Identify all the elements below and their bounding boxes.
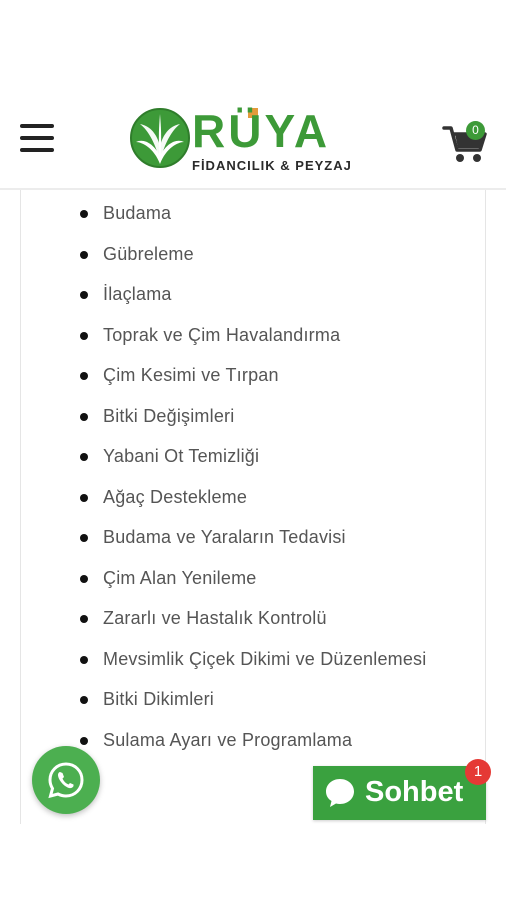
whatsapp-button[interactable] xyxy=(32,746,100,814)
list-item: Bitki Dikimleri xyxy=(62,686,462,713)
list-item: İlaçlama xyxy=(62,281,462,308)
site-header: RÜYA FİDANCILIK & PEYZAJ 0 xyxy=(0,0,506,190)
list-item: Sulama Ayarı ve Programlama xyxy=(62,727,462,754)
chat-label: Sohbet xyxy=(365,776,464,808)
chat-button[interactable]: Sohbet xyxy=(313,766,486,820)
list-item: Yabani Ot Temizliği xyxy=(62,443,462,470)
list-item: Zararlı ve Hastalık Kontrolü xyxy=(62,605,462,632)
list-item: Budama ve Yaraların Tedavisi xyxy=(62,524,462,551)
list-item: Bitki Değişimleri xyxy=(62,403,462,430)
list-item: Mevsimlik Çiçek Dikimi ve Düzenlemesi xyxy=(62,646,462,673)
brand-logo[interactable]: RÜYA FİDANCILIK & PEYZAJ xyxy=(130,105,376,176)
chat-bubble-icon xyxy=(326,779,354,807)
whatsapp-icon xyxy=(48,762,84,799)
page: RÜYA FİDANCILIK & PEYZAJ 0 Budama Gübrel… xyxy=(0,0,506,900)
services-list: Budama Gübreleme İlaçlama Toprak ve Çim … xyxy=(62,200,462,767)
hamburger-icon[interactable] xyxy=(20,122,54,154)
list-item: Çim Alan Yenileme xyxy=(62,565,462,592)
chat-notification-badge: 1 xyxy=(465,759,491,785)
leaf-logo-icon xyxy=(130,108,190,168)
brand-name: RÜYA xyxy=(192,105,331,157)
list-item: Çim Kesimi ve Tırpan xyxy=(62,362,462,389)
brand-tagline: FİDANCILIK & PEYZAJ xyxy=(192,158,352,173)
list-item: Ağaç Destekleme xyxy=(62,484,462,511)
cart-count-badge: 0 xyxy=(466,121,485,140)
list-item: Gübreleme xyxy=(62,241,462,268)
list-item: Budama xyxy=(62,200,462,227)
list-item: Toprak ve Çim Havalandırma xyxy=(62,322,462,349)
